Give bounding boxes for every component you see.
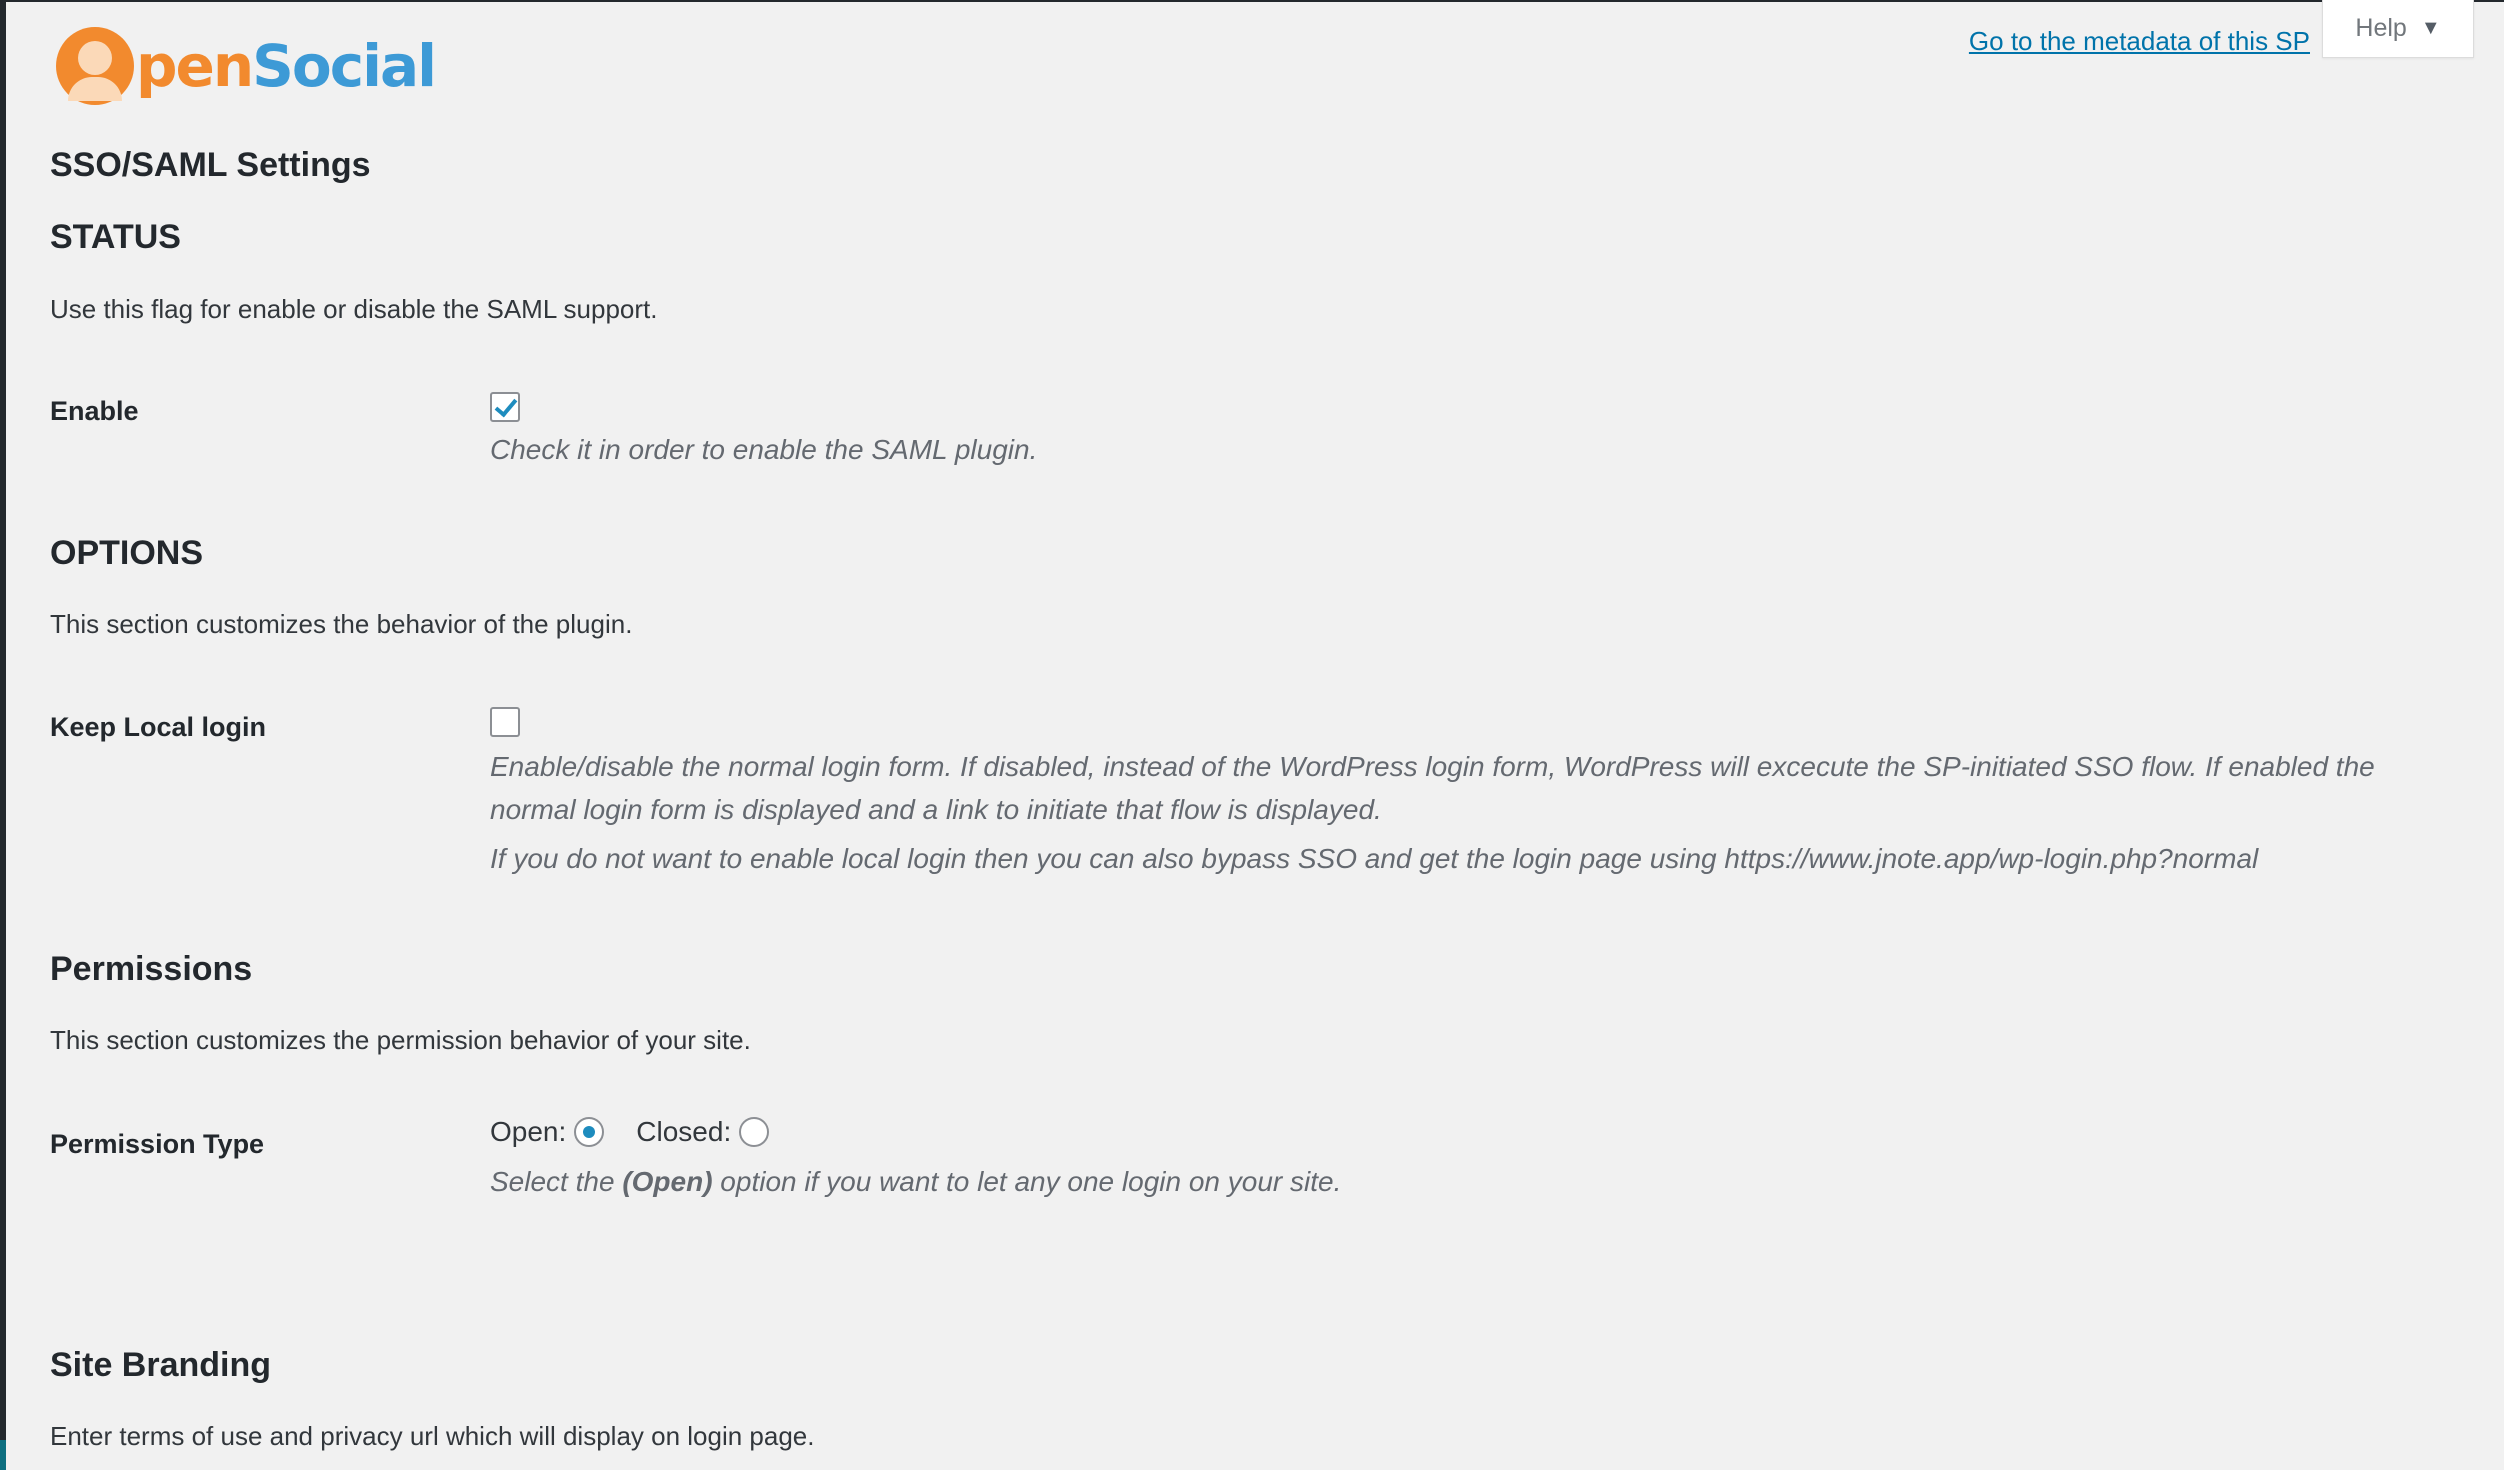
radio-open-label: Open:	[490, 1116, 567, 1147]
keep-local-login-help-text: Enable/disable the normal login form. If…	[490, 751, 2375, 825]
permission-type-help-text: Select the (Open) option if you want to …	[490, 1160, 1341, 1203]
help-tab-button[interactable]: Help ▼	[2322, 0, 2474, 58]
sidebar-edge-accent	[0, 1440, 6, 1470]
permission-help-bold: (Open)	[622, 1166, 713, 1197]
logo-person-icon	[56, 27, 134, 105]
permission-type-radio-group: Open: Closed:	[490, 1116, 770, 1148]
site-branding-section-description: Enter terms of use and privacy url which…	[50, 1421, 815, 1451]
top-border	[0, 0, 2504, 2]
opensocial-logo: penSocial	[56, 24, 437, 108]
keep-local-login-label: Keep Local login	[50, 712, 267, 742]
radio-open[interactable]	[574, 1117, 605, 1147]
logo-text-social: Social	[252, 32, 437, 100]
permissions-section-title: Permissions	[50, 950, 253, 988]
admin-sidebar-edge	[0, 0, 6, 1470]
status-section-description: Use this flag for enable or disable the …	[50, 294, 658, 324]
logo-text-pen: pen	[136, 32, 254, 100]
options-section-title: OPTIONS	[50, 534, 204, 572]
enable-checkbox[interactable]	[490, 392, 520, 422]
bypass-sso-help-text: If you do not want to enable local login…	[490, 843, 2259, 874]
help-label: Help	[2355, 14, 2407, 42]
radio-closed-label: Closed:	[636, 1116, 732, 1147]
permission-help-suffix: option if you want to let any one login …	[712, 1166, 1342, 1197]
enable-label: Enable	[50, 396, 139, 426]
permission-type-label: Permission Type	[50, 1129, 265, 1159]
permission-help-prefix: Select the	[490, 1166, 623, 1197]
radio-closed[interactable]	[739, 1117, 770, 1147]
keep-local-login-checkbox[interactable]	[490, 707, 520, 737]
options-section-description: This section customizes the behavior of …	[50, 609, 633, 639]
caret-down-icon: ▼	[2420, 17, 2441, 39]
logo-wordmark: penSocial	[136, 37, 437, 95]
permissions-section-description: This section customizes the permission b…	[50, 1025, 751, 1055]
page-title: SSO/SAML Settings	[50, 146, 371, 184]
enable-help-text: Check it in order to enable the SAML plu…	[490, 434, 1038, 465]
status-section-title: STATUS	[50, 218, 181, 256]
site-branding-section-title: Site Branding	[50, 1346, 272, 1384]
metadata-link[interactable]: Go to the metadata of this SP	[1969, 26, 2310, 57]
